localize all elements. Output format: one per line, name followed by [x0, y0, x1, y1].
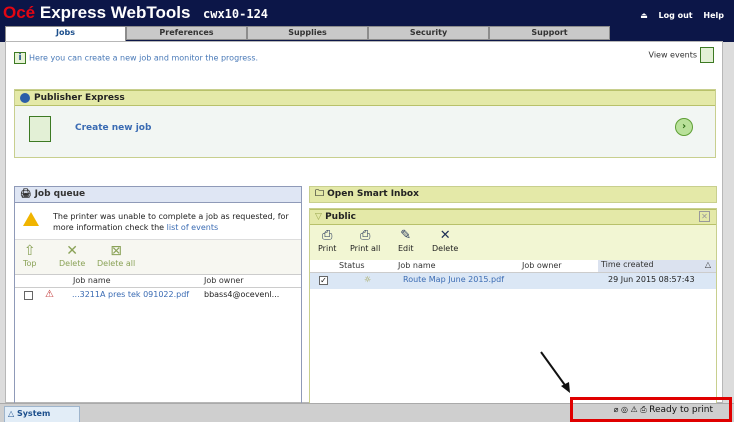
public-inbox-panel: ▽ Public ✕ ⎙ Print ⎙ Print all ✎ Edit ✕ Dele… — [309, 208, 717, 404]
table-row[interactable]: ✓ ☼ Route Map June 2015.pdf 29 Jun 2015 … — [310, 273, 716, 289]
warning-message: The printer was unable to complete a job… — [15, 204, 301, 240]
job-queue-column-headers: Job name Job owner — [15, 275, 301, 288]
delete-button[interactable]: ✕ Delete — [59, 243, 85, 268]
tab-support[interactable]: Support — [489, 26, 610, 40]
public-inbox-header: ▽ Public ✕ — [310, 209, 716, 225]
intro-text: Here you can create a new job and monito… — [29, 53, 259, 63]
print-all-icon: ⎙ — [359, 228, 371, 243]
delete-button[interactable]: ✕ Delete — [432, 228, 458, 253]
go-arrow-button[interactable]: › — [675, 118, 693, 136]
delete-label: Delete — [59, 259, 86, 268]
public-toolbar: ⎙ Print ⎙ Print all ✎ Edit ✕ Delete — [310, 225, 716, 260]
logout-icon: ⏏ — [640, 11, 648, 20]
delete-x-icon: ✕ — [66, 243, 79, 259]
print-label: Print — [318, 244, 337, 253]
print-all-button[interactable]: ⎙ Print all — [350, 228, 380, 253]
job-error-icon: ⚠ — [45, 289, 54, 300]
close-icon[interactable]: ✕ — [699, 211, 710, 222]
delete-x-icon: ✕ — [439, 228, 451, 243]
system-label: System — [16, 409, 51, 418]
col-job-owner[interactable]: Job owner — [204, 276, 244, 285]
new-job-icon[interactable] — [29, 116, 51, 142]
create-new-job-link[interactable]: Create new job — [75, 123, 151, 133]
publisher-express-panel: Publisher Express Create new job › — [14, 89, 716, 158]
edit-label: Edit — [398, 244, 414, 253]
jobs-panel: i Here you can create a new job and monit… — [5, 41, 723, 404]
pencil-icon: ✎ — [400, 228, 412, 243]
public-title: Public — [325, 212, 357, 222]
system-tab[interactable]: △ System — [4, 406, 80, 422]
hostname-label: cwx10-124 — [203, 7, 269, 21]
brand-name: Express WebTools — [39, 3, 191, 22]
header-links: ⏏ Log out Help — [624, 11, 724, 20]
warning-text: The printer was unable to complete a job… — [53, 211, 297, 233]
view-events-label: View events — [648, 50, 697, 60]
publisher-title: Publisher Express — [34, 93, 125, 103]
public-column-headers: Status Job name Job owner Time created △ — [310, 260, 716, 273]
delete-all-label: Delete all — [97, 259, 136, 268]
tab-jobs[interactable]: Jobs — [5, 26, 126, 42]
col-job-name[interactable]: Job name — [73, 276, 111, 285]
inbox-icon: 🗀 — [315, 189, 325, 199]
job-queue-panel: 🖨 Job queue The printer was unable to co… — [14, 186, 302, 404]
publisher-body: Create new job › — [15, 106, 715, 157]
logout-link[interactable]: ⏏ Log out — [632, 11, 692, 20]
right-column: 🗀 Open Smart Inbox ▽ Public ✕ ⎙ Print ⎙ Pr… — [309, 186, 717, 404]
job-queue-header: 🖨 Job queue — [15, 187, 301, 203]
open-smart-inbox-panel[interactable]: 🗀 Open Smart Inbox — [309, 186, 717, 203]
job-name-cell[interactable]: ...3211A pres tek 091022.pdf — [72, 290, 189, 299]
view-events-link[interactable]: View events — [649, 47, 714, 63]
smart-inbox-title: Open Smart Inbox — [327, 189, 419, 199]
job-queue-toolbar: ⇧ Top ✕ Delete ⊠ Delete all — [15, 240, 301, 275]
status-sun-icon: ☼ — [364, 275, 372, 284]
top-label: Top — [23, 259, 37, 268]
col-time-created[interactable]: Time created △ — [598, 260, 716, 272]
col-job-owner[interactable]: Job owner — [522, 261, 562, 270]
publisher-express-header: Publisher Express — [15, 90, 715, 106]
edit-button[interactable]: ✎ Edit — [398, 228, 414, 253]
tab-security[interactable]: Security — [368, 26, 489, 40]
tab-supplies[interactable]: Supplies — [247, 26, 368, 40]
delete-all-button[interactable]: ⊠ Delete all — [97, 243, 135, 268]
job-queue-title: Job queue — [34, 189, 86, 199]
ready-to-print-label: Ready to print — [649, 405, 713, 415]
help-link[interactable]: Help — [703, 11, 724, 20]
logout-label: Log out — [658, 11, 693, 20]
info-icon: i — [14, 52, 26, 64]
printer-status-indicator[interactable]: ⌀ ◎ ⚠ ⎙ Ready to print — [570, 397, 732, 422]
warning-icon — [23, 212, 39, 226]
app-brand: Océ Express WebTools — [3, 3, 190, 23]
job-owner-cell: bbass4@ocevenl... — [204, 290, 280, 299]
intro-message: i Here you can create a new job and monit… — [14, 52, 258, 64]
globe-icon — [20, 92, 30, 103]
row-checkbox[interactable] — [24, 291, 33, 300]
top-button[interactable]: ⇧ Top — [23, 243, 37, 268]
event-log-icon — [700, 47, 714, 63]
status-icons: ⌀ ◎ ⚠ ⎙ — [613, 405, 650, 414]
job-name-cell[interactable]: Route Map June 2015.pdf — [403, 275, 504, 284]
list-of-events-link[interactable]: list of events — [167, 223, 219, 232]
row-checkbox[interactable]: ✓ — [319, 276, 328, 285]
arrow-up-icon: ⇧ — [23, 243, 36, 259]
delete-all-icon: ⊠ — [110, 243, 122, 259]
annotation-arrow — [540, 351, 570, 393]
col-status[interactable]: Status — [339, 261, 365, 270]
expand-chevron-icon[interactable]: ▽ — [315, 212, 322, 222]
system-triangle-icon: △ — [8, 409, 15, 418]
time-created-label: Time created — [601, 260, 654, 269]
col-job-name[interactable]: Job name — [398, 261, 436, 270]
print-button[interactable]: ⎙ Print — [318, 228, 336, 253]
printer-icon: 🖨 — [20, 189, 32, 199]
app-header: Océ Express WebTools cwx10-124 ⏏ Log out… — [0, 0, 734, 42]
smart-inbox-header: 🗀 Open Smart Inbox — [310, 187, 716, 202]
print-icon: ⎙ — [322, 228, 333, 243]
print-all-label: Print all — [350, 244, 381, 253]
brand-oce: Océ — [3, 3, 36, 22]
delete-label: Delete — [432, 244, 459, 253]
tab-preferences[interactable]: Preferences — [126, 26, 247, 40]
time-created-cell: 29 Jun 2015 08:57:43 — [608, 275, 695, 284]
main-tabs: Jobs Preferences Supplies Security Suppo… — [5, 26, 610, 42]
table-row[interactable]: ⚠ ...3211A pres tek 091022.pdf bbass4@oc… — [15, 288, 301, 304]
sort-ascending-icon: △ — [704, 260, 711, 269]
